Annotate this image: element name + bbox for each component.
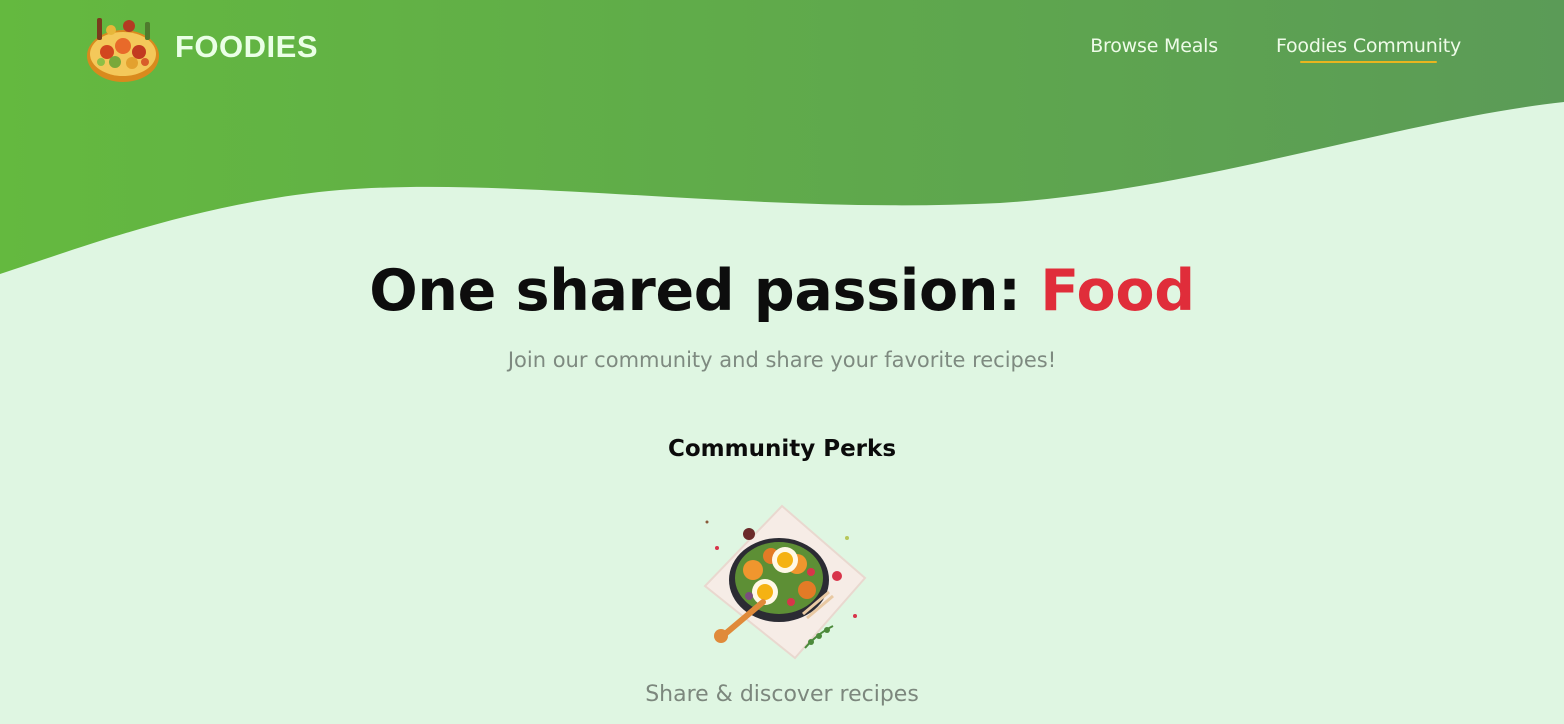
hero-title-prefix: One shared passion: <box>369 258 1041 324</box>
page: FOODIES Browse Meals Foodies Community O… <box>0 0 1564 724</box>
main-nav: Browse Meals Foodies Community <box>1090 35 1461 63</box>
site-header: FOODIES Browse Meals Foodies Community <box>0 0 1564 96</box>
nav-browse-meals[interactable]: Browse Meals <box>1090 35 1218 57</box>
community-perks-section: Community Perks Share & discover recipes <box>0 436 1564 707</box>
hero-title: One shared passion: Food <box>0 258 1564 324</box>
hero-section: One shared passion: Food Join our commun… <box>0 258 1564 372</box>
hero-title-accent: Food <box>1040 258 1195 324</box>
brand-name: FOODIES <box>175 29 319 64</box>
perk-item: Share & discover recipes <box>0 498 1564 707</box>
nav-foodies-community[interactable]: Foodies Community <box>1276 35 1461 63</box>
perks-heading: Community Perks <box>667 436 897 462</box>
hero-subtitle: Join our community and share your favori… <box>507 348 1057 372</box>
brand-home-link[interactable]: FOODIES <box>85 12 318 84</box>
food-platter-icon <box>87 18 159 82</box>
recipe-dish-illustration <box>703 504 867 660</box>
perk-caption: Share & discover recipes <box>645 682 919 707</box>
